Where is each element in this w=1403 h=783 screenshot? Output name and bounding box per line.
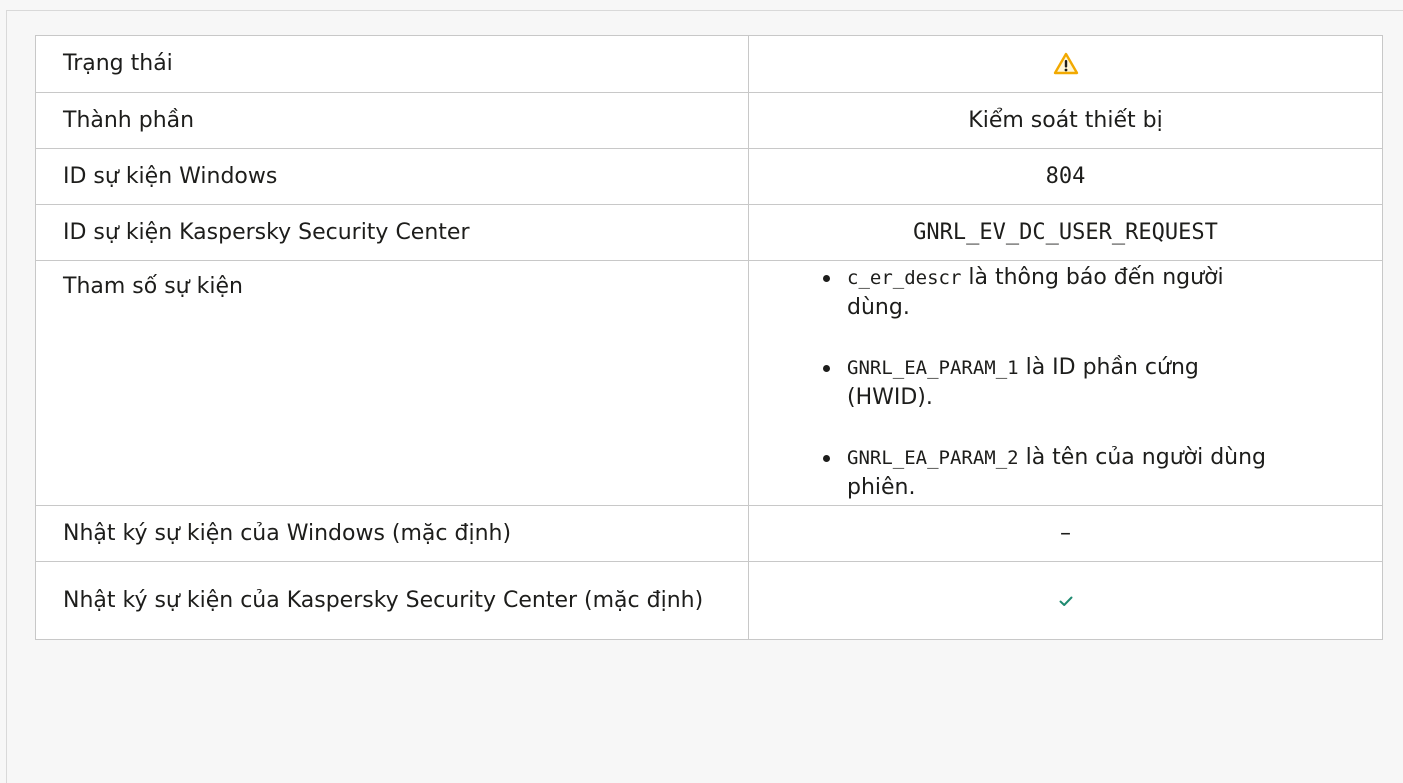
table-row-status: Trạng thái bbox=[35, 35, 1383, 93]
list-item: GNRL_EA_PARAM_2 là tên của người dùng ph… bbox=[819, 443, 1287, 503]
param-code: GNRL_EA_PARAM_1 bbox=[847, 357, 1019, 379]
ksc-event-id-value: GNRL_EV_DC_USER_REQUEST bbox=[748, 204, 1383, 261]
param-code: GNRL_EA_PARAM_2 bbox=[847, 447, 1019, 469]
table-row-ksc-log: Nhật ký sự kiện của Kaspersky Security C… bbox=[35, 561, 1383, 640]
event-params-label: Tham số sự kiện bbox=[35, 260, 749, 506]
table-row-windows-log: Nhật ký sự kiện của Windows (mặc định) – bbox=[35, 505, 1383, 562]
list-item: c_er_descr là thông báo đến người dùng. bbox=[819, 263, 1287, 323]
status-label: Trạng thái bbox=[35, 35, 749, 93]
check-icon bbox=[1059, 596, 1072, 606]
table-row-ksc-event-id: ID sự kiện Kaspersky Security Center GNR… bbox=[35, 204, 1383, 261]
component-value: Kiểm soát thiết bị bbox=[748, 92, 1383, 149]
bullet-icon bbox=[823, 275, 830, 282]
ksc-event-id-label: ID sự kiện Kaspersky Security Center bbox=[35, 204, 749, 261]
windows-log-label: Nhật ký sự kiện của Windows (mặc định) bbox=[35, 505, 749, 562]
event-details-table: Trạng thái Thành phần Kiểm soát thiết bị… bbox=[35, 35, 1383, 640]
table-row-event-params: Tham số sự kiện c_er_descr là thông báo … bbox=[35, 260, 1383, 506]
status-value bbox=[748, 35, 1383, 93]
event-params-value: c_er_descr là thông báo đến người dùng. … bbox=[748, 260, 1383, 506]
bullet-icon bbox=[823, 365, 830, 372]
ksc-log-value bbox=[748, 561, 1383, 640]
windows-event-id-label: ID sự kiện Windows bbox=[35, 148, 749, 205]
event-params-list: c_er_descr là thông báo đến người dùng. … bbox=[776, 263, 1355, 503]
bullet-icon bbox=[823, 455, 830, 462]
windows-event-id-value: 804 bbox=[748, 148, 1383, 205]
windows-log-value: – bbox=[748, 505, 1383, 562]
table-row-component: Thành phần Kiểm soát thiết bị bbox=[35, 92, 1383, 149]
list-item: GNRL_EA_PARAM_1 là ID phần cứng (HWID). bbox=[819, 353, 1287, 413]
warning-icon bbox=[1053, 52, 1078, 75]
component-label: Thành phần bbox=[35, 92, 749, 149]
param-code: c_er_descr bbox=[847, 267, 962, 289]
ksc-log-label: Nhật ký sự kiện của Kaspersky Security C… bbox=[35, 561, 749, 640]
table-row-windows-event-id: ID sự kiện Windows 804 bbox=[35, 148, 1383, 205]
